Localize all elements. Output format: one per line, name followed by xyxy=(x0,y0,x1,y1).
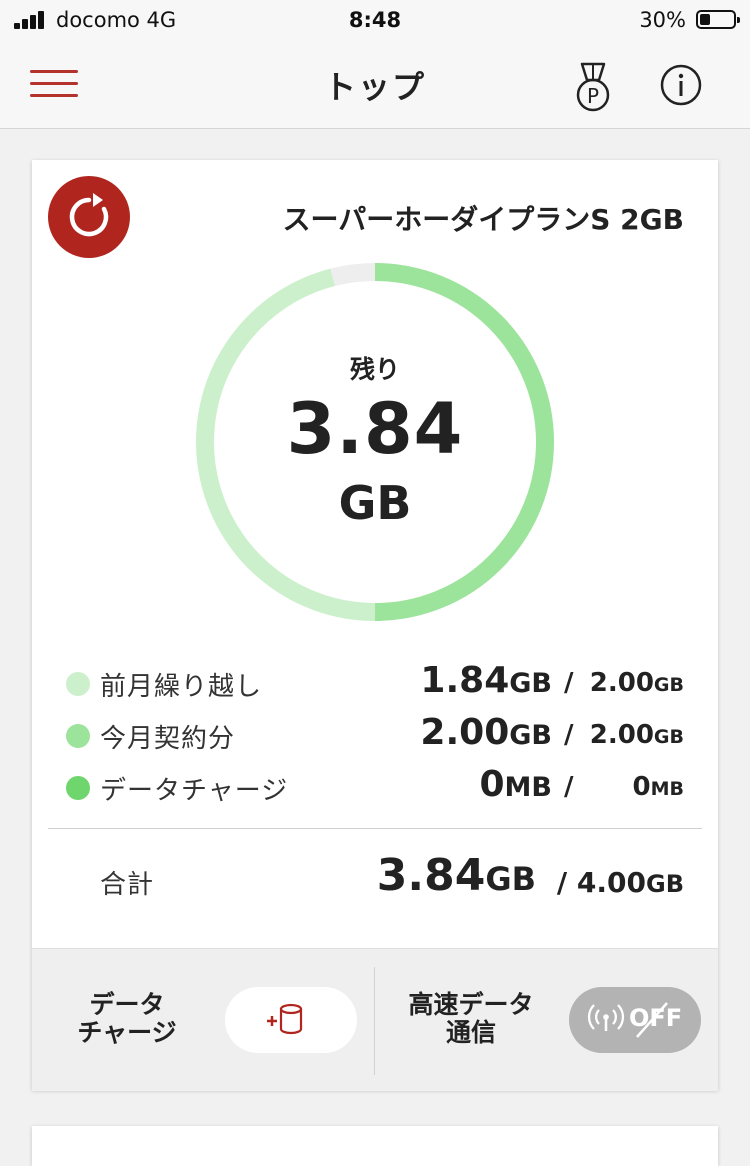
page-title: トップ xyxy=(323,68,426,106)
breakdown-label: データチャージ xyxy=(100,776,289,806)
breakdown-limit: 2.00GB xyxy=(589,668,684,698)
breakdown-used: 1.84GB xyxy=(420,660,552,701)
panel-separator xyxy=(374,967,375,1075)
total-limit: / 4.00GB xyxy=(556,866,684,899)
remaining-unit: GB xyxy=(338,476,412,530)
refresh-icon xyxy=(69,193,109,237)
data-charge-button[interactable] xyxy=(225,987,357,1053)
breakdown-slash: / xyxy=(564,720,574,750)
breakdown-row-contract: 今月契約分 2.00GB / 2.00GB xyxy=(32,712,718,762)
breakdown-used: 0MB xyxy=(479,764,552,805)
highspeed-state: OFF xyxy=(629,1004,683,1032)
highspeed-toggle[interactable]: OFF xyxy=(569,987,701,1053)
breakdown-limit: 2.00GB xyxy=(589,720,684,750)
legend-dot xyxy=(66,724,90,748)
next-card xyxy=(32,1126,718,1166)
breakdown-row-data-charge: データチャージ 0MB / 0MB xyxy=(32,764,718,814)
remaining-value: 3.84 xyxy=(286,388,464,470)
divider xyxy=(48,828,702,829)
action-panel: データ チャージ 高速データ 通信 OFF xyxy=(32,948,718,1091)
breakdown-slash: / xyxy=(564,668,574,698)
breakdown-limit: 0MB xyxy=(632,772,684,802)
nav-bar: トップ P xyxy=(0,42,750,129)
battery-percent: 30% xyxy=(639,8,686,32)
highspeed-label: 高速データ 通信 xyxy=(408,990,534,1047)
svg-text:P: P xyxy=(587,84,599,108)
add-data-icon xyxy=(267,1003,303,1035)
battery-level-fill xyxy=(700,14,710,25)
breakdown-row-carryover: 前月繰り越し 1.84GB / 2.00GB xyxy=(32,660,718,710)
data-charge-label: データ チャージ xyxy=(77,990,177,1047)
breakdown-used: 2.00GB xyxy=(420,712,552,753)
total-label: 合計 xyxy=(100,870,155,900)
info-icon[interactable] xyxy=(660,64,702,106)
medal-points-icon[interactable]: P xyxy=(568,60,618,116)
status-time: 8:48 xyxy=(348,8,402,32)
remaining-label: 残り xyxy=(349,355,400,384)
status-bar: docomo 4G 8:48 30% xyxy=(0,0,750,42)
refresh-button[interactable] xyxy=(48,176,130,258)
breakdown-slash: / xyxy=(564,772,574,802)
legend-dot xyxy=(66,672,90,696)
plan-name: スーパーホーダイプランS 2GB xyxy=(282,203,684,236)
gauge-segment-empty xyxy=(330,263,376,287)
legend-dot xyxy=(66,776,90,800)
breakdown-label: 今月契約分 xyxy=(100,724,236,754)
breakdown-label: 前月繰り越し xyxy=(100,672,263,702)
battery-icon xyxy=(696,10,740,29)
total-used: 3.84GB xyxy=(376,850,536,901)
data-usage-card: スーパーホーダイプランS 2GB 残り 3.84 GB 前月繰り越し 1.84G… xyxy=(32,160,718,1091)
